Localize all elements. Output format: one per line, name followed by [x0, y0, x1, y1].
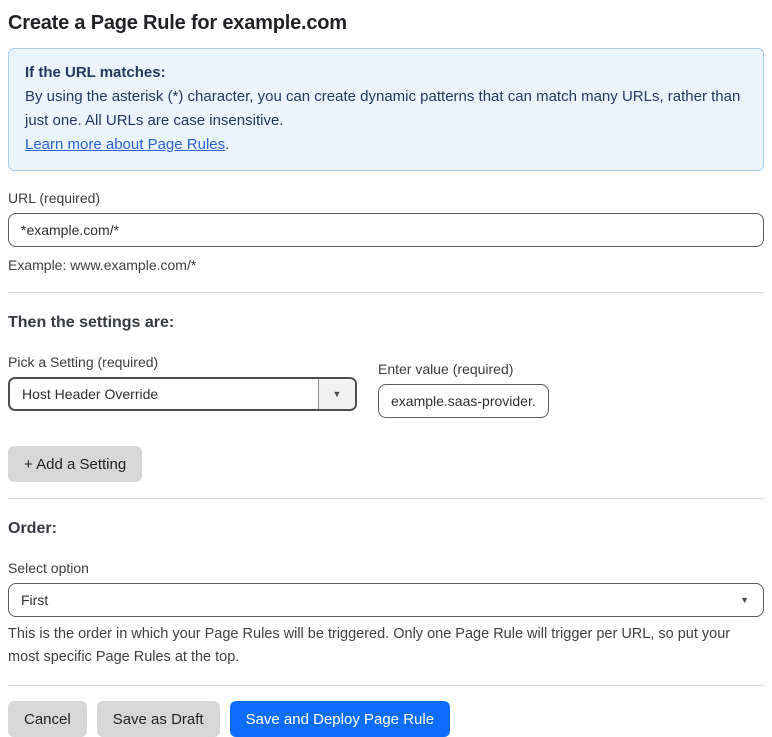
create-page-rule-form: Create a Page Rule for example.com If th…	[0, 12, 772, 737]
order-select-group: Select option First ▼ This is the order …	[8, 560, 764, 669]
setting-picker-group: Pick a Setting (required) Host Header Ov…	[8, 354, 357, 411]
setting-picker-arrow-button[interactable]: ▼	[318, 379, 355, 409]
order-helper-text: This is the order in which your Page Rul…	[8, 626, 731, 665]
setting-picker-label: Pick a Setting (required)	[8, 354, 159, 370]
settings-section-heading: Then the settings are:	[8, 314, 175, 331]
chevron-down-icon: ▼	[740, 595, 749, 605]
footer-actions: Cancel Save as Draft Save and Deploy Pag…	[8, 701, 764, 737]
add-setting-button[interactable]: + Add a Setting	[8, 446, 143, 482]
order-selected-value: First	[21, 592, 49, 608]
url-input[interactable]	[8, 213, 764, 247]
info-box-body: By using the asterisk (*) character, you…	[25, 88, 741, 129]
setting-picker-dropdown[interactable]: Host Header Override ▼	[8, 377, 357, 411]
link-suffix: .	[225, 136, 230, 153]
setting-picker-selected-value: Host Header Override	[22, 386, 159, 402]
setting-value-label: Enter value (required)	[378, 361, 514, 377]
order-section-heading: Order:	[8, 520, 57, 537]
divider	[8, 498, 764, 499]
setting-value-input[interactable]	[378, 384, 549, 418]
url-helper-text: Example: www.example.com/*	[8, 257, 197, 273]
cancel-button[interactable]: Cancel	[8, 701, 87, 737]
setting-value-group: Enter value (required)	[378, 361, 549, 418]
page-title: Create a Page Rule for example.com	[8, 12, 347, 34]
save-and-deploy-button[interactable]: Save and Deploy Page Rule	[229, 701, 451, 737]
url-match-info-box: If the URL matches: By using the asteris…	[8, 48, 764, 171]
order-select[interactable]: First ▼	[8, 583, 764, 617]
divider	[8, 292, 764, 293]
url-label: URL (required)	[8, 190, 101, 206]
url-field-group: URL (required) Example: www.example.com/…	[8, 190, 764, 276]
learn-more-link[interactable]: Learn more about Page Rules	[25, 136, 225, 153]
info-box-link-line: Learn more about Page Rules.	[25, 133, 747, 157]
chevron-down-icon: ▼	[332, 388, 342, 399]
order-select-label: Select option	[8, 560, 89, 576]
setting-row: Pick a Setting (required) Host Header Ov…	[8, 354, 764, 418]
save-as-draft-button[interactable]: Save as Draft	[96, 701, 220, 737]
divider	[8, 685, 764, 686]
info-box-heading: If the URL matches:	[25, 64, 166, 81]
